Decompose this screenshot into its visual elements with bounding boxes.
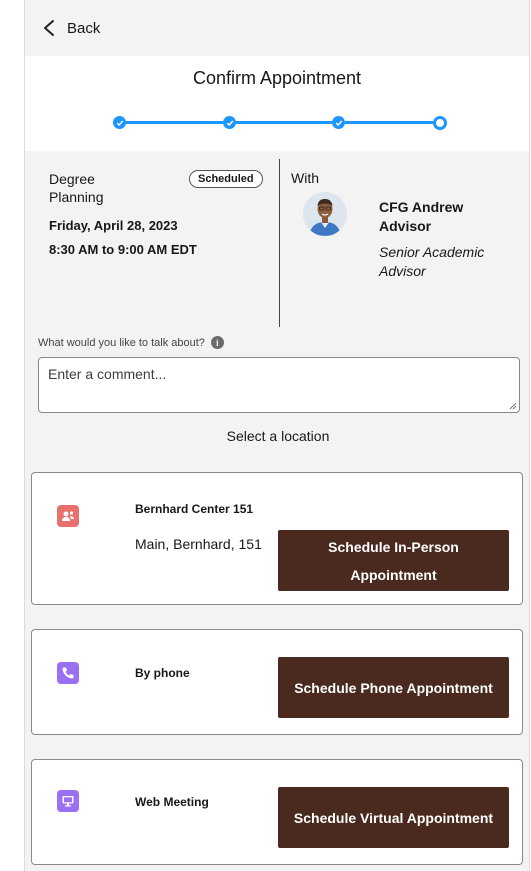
appointment-summary: Degree Planning Scheduled Friday, April … [25,151,529,336]
top-bar: Back [25,0,529,56]
app-frame: Back Confirm Appointment Degree Planning… [24,0,530,871]
vertical-divider [279,159,280,327]
check-icon [116,119,123,126]
appointment-date: Friday, April 28, 2023 [49,218,178,233]
advisor-photo [303,192,347,236]
monitor-icon [57,790,79,812]
avatar [303,192,347,236]
page-title: Confirm Appointment [192,68,362,88]
step-2-complete [223,116,236,129]
page-header: Confirm Appointment [25,56,529,151]
location-heading: Select a location [226,428,330,444]
person-location-icon [57,505,79,527]
check-icon [335,119,342,126]
comment-input[interactable]: Enter a comment... [38,357,520,413]
schedule-virtual-button[interactable]: Schedule Virtual Appointment [278,787,509,848]
schedule-in-person-button[interactable]: Schedule In-Person Appointment [278,530,509,591]
location-card-in-person: Bernhard Center 151 Main, Bernhard, 151 … [31,472,523,605]
location-name: Bernhard Center 151 [135,502,254,516]
comment-label-text: What would you like to talk about? [38,336,205,349]
advisor-details: With CFG Andrew Advisor Senior Academic … [291,170,521,282]
progress-stepper [113,115,447,131]
step-connector [126,121,223,124]
comment-placeholder: Enter a comment... [48,366,167,382]
location-name: Web Meeting [135,795,209,809]
appointment-details: Degree Planning Scheduled Friday, April … [49,170,269,257]
location-card-phone: By phone Schedule Phone Appointment [31,629,523,735]
appointment-time: 8:30 AM to 9:00 AM EDT [49,242,197,257]
back-label: Back [67,19,101,37]
with-label: With [291,170,319,186]
advisor-card: CFG Andrew Advisor Senior Academic Advis… [291,192,521,282]
comment-label: What would you like to talk about? i [38,336,518,349]
location-name: By phone [135,666,190,680]
step-1-complete [113,116,126,129]
step-connector [236,121,332,124]
location-card-web: Web Meeting Schedule Virtual Appointment [31,759,523,865]
back-button[interactable]: Back [41,19,100,37]
info-icon[interactable]: i [210,336,224,349]
comment-section: What would you like to talk about? i Ent… [25,336,529,444]
location-address: Main, Bernhard, 151 [135,536,262,552]
check-icon [226,119,233,126]
status-badge: Scheduled [189,170,263,188]
schedule-phone-button[interactable]: Schedule Phone Appointment [278,657,509,718]
resize-handle-icon[interactable] [509,402,517,410]
step-4-current [433,116,447,130]
step-connector [345,121,433,124]
appointment-topic: Degree Planning [49,171,104,205]
advisor-title: Senior Academic Advisor [379,244,485,279]
advisor-name: CFG Andrew Advisor [379,199,464,234]
phone-icon [57,662,79,684]
chevron-left-icon [44,20,54,36]
step-3-complete [332,116,345,129]
